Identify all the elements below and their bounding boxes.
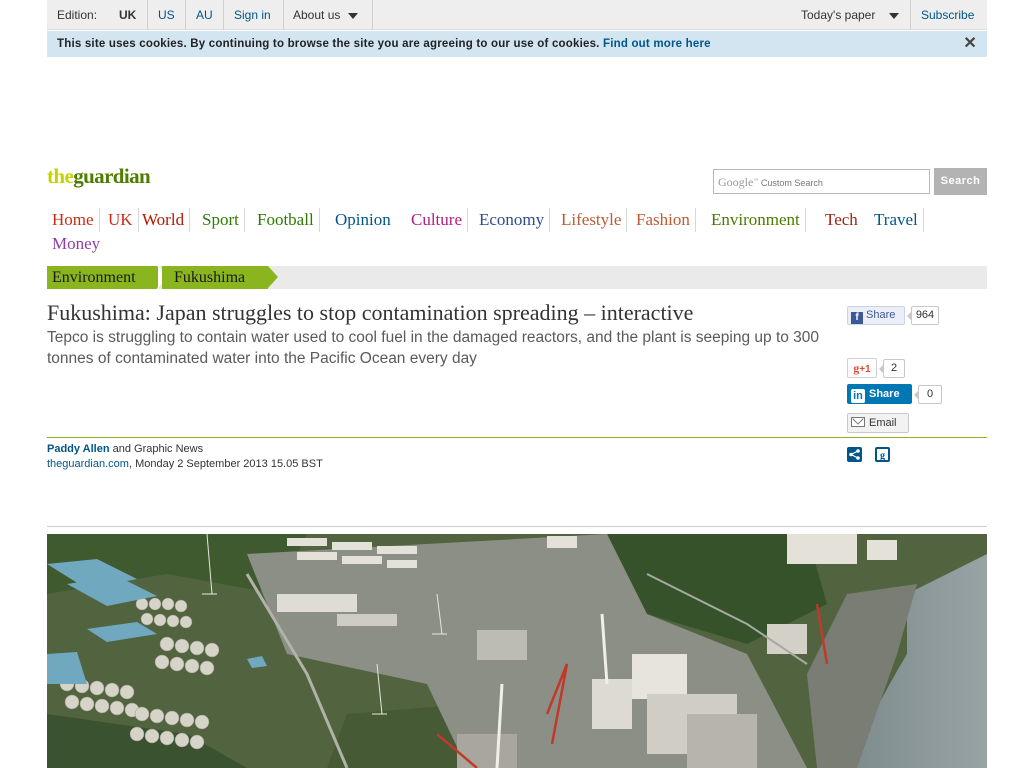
edition-uk[interactable]: UK [109,0,146,30]
close-icon[interactable]: ✕ [963,31,977,57]
linkedin-icon: in [851,389,865,403]
facebook-share-label: Share [866,309,896,321]
google-plus-label: +1 [859,364,871,375]
google-plus-button[interactable]: g+1 [847,358,877,378]
article-standfirst: Tepco is struggling to contain water use… [47,329,820,367]
about-us-label: About us [293,8,341,22]
email-share-label: Email [869,417,897,429]
guardian-logo[interactable]: theguardian [47,164,151,189]
divider [372,0,373,30]
breadcrumb-fukushima[interactable]: Fukushima [162,266,278,289]
guardian-g-icon[interactable]: g [875,447,890,462]
about-us-menu[interactable]: About us [283,0,368,30]
nav-item-world[interactable]: World [137,208,191,232]
logo-guardian: guardian [73,164,151,188]
nav-item-football[interactable]: Football [252,208,320,232]
article-byline: Paddy Allen and Graphic News theguardian… [47,442,323,472]
breadcrumb-environment[interactable]: Environment [47,266,167,289]
nav-item-uk[interactable]: UK [103,208,139,232]
cookie-banner: This site uses cookies. By continuing to… [47,31,987,57]
email-share-button[interactable]: Email [847,413,909,433]
divider [47,526,987,527]
facebook-icon: f [851,312,863,324]
nav-item-money[interactable]: Money [47,232,105,256]
nav-item-opinion[interactable]: Opinion [330,208,396,232]
breadcrumb: Environment Fukushima [47,266,987,289]
subscribe-link[interactable]: Subscribe [911,0,984,30]
cookie-find-out-more-link[interactable]: Find out more here [603,38,711,50]
search-input[interactable]: Google™ Custom Search [713,169,930,194]
cookie-message: This site uses cookies. By continuing to… [57,38,600,50]
divider [47,437,987,438]
envelope-icon [851,417,865,427]
nav-item-culture[interactable]: Culture [406,208,468,232]
search-button[interactable]: Search [934,168,987,195]
breadcrumb-fukushima-label: Fukushima [174,269,246,286]
chevron-down-icon [348,12,359,19]
linkedin-share-button[interactable]: in Share [847,384,912,404]
logo-the: the [47,164,74,188]
nav-item-tech[interactable]: Tech [820,208,863,232]
breadcrumb-environment-label: Environment [52,269,136,286]
linkedin-share-label: Share [869,388,900,400]
todays-paper-label: Today's paper [801,8,876,22]
svg-text:g: g [880,451,885,462]
article-headline: Fukushima: Japan struggles to stop conta… [47,300,694,325]
nav-item-fashion[interactable]: Fashion [631,208,696,232]
facebook-share-count: 964 [907,306,939,325]
edition-us[interactable]: US [148,0,185,30]
search-placeholder: Custom Search [760,178,823,188]
fukushima-plant-aerial-photo [47,534,987,768]
top-bar: Edition: UK US AU Sign in About us Today… [47,0,987,30]
share-icon[interactable] [847,447,862,462]
facebook-share-button[interactable]: f Share [847,306,905,325]
linkedin-share-count: 0 [914,385,942,404]
edition-au[interactable]: AU [186,0,223,30]
coauthor-text: and Graphic News [109,443,204,455]
publish-date: , Monday 2 September 2013 15.05 BST [128,458,323,470]
nav-item-travel[interactable]: Travel [869,208,924,232]
sign-in-link[interactable]: Sign in [224,0,281,30]
author-link[interactable]: Paddy Allen [47,443,110,455]
nav-item-home[interactable]: Home [47,208,100,232]
chevron-down-icon [889,12,900,19]
google-plus-count: 2 [879,359,905,378]
edition-label: Edition: [57,8,98,22]
nav-item-economy[interactable]: Economy [474,208,551,232]
nav-item-environment[interactable]: Environment [706,208,806,232]
todays-paper-menu[interactable]: Today's paper [791,0,909,30]
site-link[interactable]: theguardian.com [47,458,129,470]
nav-item-sport[interactable]: Sport [197,208,245,232]
nav-item-lifestyle[interactable]: Lifestyle [556,208,628,232]
google-logo: Google [718,175,754,189]
